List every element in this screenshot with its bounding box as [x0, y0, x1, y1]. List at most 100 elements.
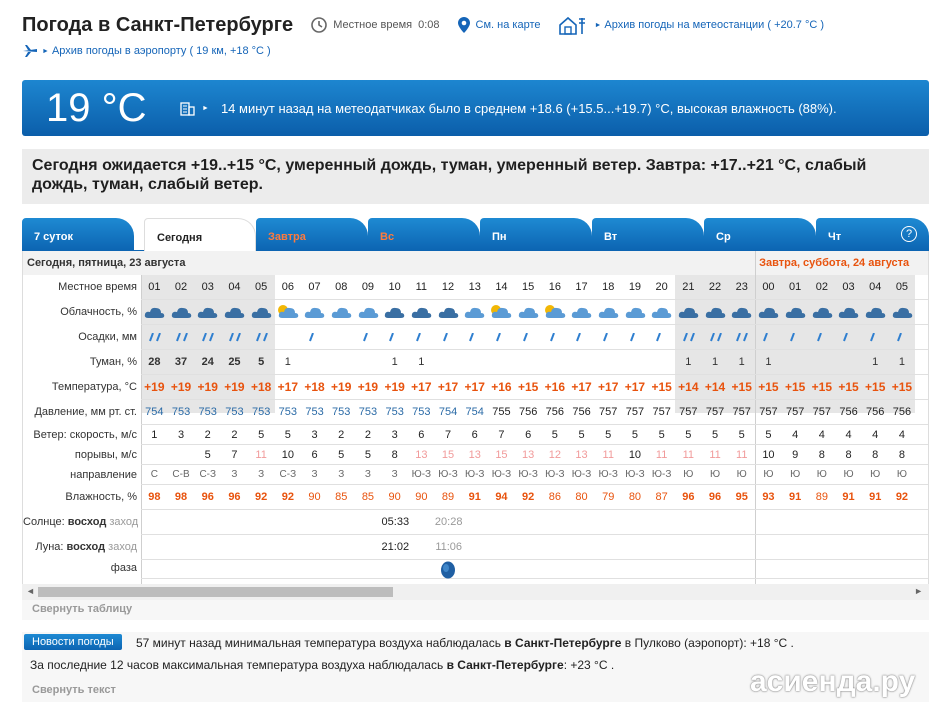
- tab-6[interactable]: Вт: [592, 218, 704, 251]
- hour-cell: 10: [388, 281, 401, 293]
- humidity-cell: 93: [762, 491, 775, 503]
- row-label-moon-phase: фаза: [110, 562, 137, 574]
- hour-cell: 18: [602, 281, 615, 293]
- rain-drop-icon: [442, 329, 448, 342]
- tab-bar: 7 суток Сегодня Завтра Вс Пн Вт Ср Чт?: [22, 214, 929, 252]
- forecast-text: Сегодня ожидается +19..+15 °C, умеренный…: [22, 149, 929, 204]
- arrow-icon: ►: [202, 104, 209, 112]
- fog-cell: 1: [898, 356, 905, 368]
- wind-direction-cell: З: [231, 469, 238, 480]
- cloud-icon: [222, 303, 246, 326]
- scroll-right-arrow-icon[interactable]: ►: [914, 586, 923, 596]
- humidity-cell: 91: [869, 491, 882, 503]
- wind-speed-cell: 2: [364, 429, 371, 441]
- station-archive-link[interactable]: Архив погоды на метеостанции ( +20.7 °C …: [604, 19, 824, 31]
- gust-cell: 11: [736, 449, 748, 461]
- pressure-cell: 753: [385, 406, 404, 418]
- rain-drop-icon: [602, 329, 608, 342]
- cloud-icon: [676, 303, 700, 326]
- help-icon[interactable]: ?: [901, 226, 917, 242]
- humidity-cell: 92: [255, 491, 268, 503]
- wind-speed-cell: 5: [711, 429, 719, 441]
- airport-archive-link[interactable]: Архив погоды в аэропорту ( 19 км, +18 °C…: [52, 45, 271, 57]
- tab-1[interactable]: 7 суток: [22, 218, 134, 251]
- cloud-icon: [729, 303, 753, 326]
- wind-direction-cell: Ю: [683, 469, 694, 480]
- wind-speed-cell: 4: [872, 429, 879, 441]
- temperature-cell: +15: [838, 380, 859, 394]
- moonrise-time: 21:02: [381, 541, 410, 553]
- pressure-cell: 756: [866, 406, 885, 418]
- gust-cell: 11: [602, 449, 614, 461]
- tab-4[interactable]: Вс: [368, 218, 480, 251]
- hour-cell: 01: [148, 281, 161, 293]
- gust-cell: 5: [338, 449, 345, 461]
- gust-cell: 5: [204, 449, 211, 461]
- horizontal-scrollbar[interactable]: ◄ ►: [22, 584, 929, 600]
- gust-cell: 12: [548, 449, 561, 461]
- gust-cell: 8: [818, 449, 825, 461]
- cloud-icon: [436, 303, 460, 326]
- temperature-cell: +14: [704, 380, 726, 394]
- cloud-icon: [249, 303, 273, 326]
- wind-direction-cell: З: [338, 469, 345, 480]
- gust-cell: 8: [872, 449, 879, 461]
- page-header: Погода в Санкт-Петербурге Местное время …: [22, 12, 824, 38]
- temperature-cell: +15: [865, 380, 886, 394]
- humidity-cell: 96: [228, 491, 241, 503]
- wind-direction-cell: Ю-З: [598, 469, 618, 480]
- pressure-cell: 756: [545, 406, 565, 418]
- tab-5[interactable]: Пн: [480, 218, 592, 251]
- map-link-wrap[interactable]: См. на карте: [457, 17, 541, 33]
- collapse-text-link[interactable]: Свернуть текст: [32, 684, 116, 696]
- map-link[interactable]: См. на карте: [476, 19, 541, 31]
- station-archive[interactable]: ► Архив погоды на метеостанции ( +20.7 °…: [558, 15, 824, 35]
- news-line-1-text: 57 минут назад минимальная температура в…: [136, 636, 501, 650]
- rain-drop-icon: [789, 329, 795, 342]
- hour-cell: 23: [735, 281, 748, 293]
- tab-2[interactable]: Сегодня: [144, 218, 256, 252]
- hour-cell: 00: [762, 281, 775, 293]
- wind-speed-cell: 4: [792, 429, 799, 441]
- cloud-icon: [329, 303, 353, 326]
- pressure-cell: 757: [732, 406, 751, 418]
- scrollbar-thumb[interactable]: [38, 587, 393, 597]
- temperature-cell: +17: [437, 380, 459, 394]
- wind-direction-cell: Ю-З: [545, 469, 565, 480]
- fog-cell: 1: [872, 356, 879, 368]
- wind-speed-cell: 4: [898, 429, 905, 441]
- tab-3[interactable]: Завтра: [256, 218, 368, 251]
- rain-drop-icon: [716, 329, 722, 342]
- sunset-label: заход: [109, 516, 139, 528]
- row-label-sun: Солнце: восход заход: [23, 510, 141, 535]
- wind-speed-cell: 5: [284, 429, 291, 441]
- rain-drop-icon: [522, 329, 528, 342]
- pressure-cell: 753: [251, 406, 271, 418]
- wind-direction-cell: З: [311, 469, 318, 480]
- humidity-cell: 89: [815, 491, 828, 503]
- row-label-direction: направление: [70, 469, 137, 481]
- temperature-cell: +17: [464, 380, 485, 394]
- gust-cell: 13: [575, 449, 588, 461]
- rain-drop-icon: [690, 329, 695, 342]
- humidity-cell: 98: [148, 491, 161, 503]
- rain-drop-icon: [309, 329, 315, 342]
- cloud-icon: [409, 303, 433, 326]
- hour-cell: 12: [441, 281, 455, 293]
- temperature-cell: +19: [331, 380, 352, 394]
- tab-7[interactable]: Ср: [704, 218, 816, 251]
- temperature-cell: +19: [357, 380, 379, 394]
- wind-direction-cell: Ю: [763, 469, 774, 480]
- airport-archive[interactable]: ► Архив погоды в аэропорту ( 19 км, +18 …: [22, 44, 271, 58]
- temperature-cell: +16: [544, 380, 566, 394]
- humidity-cell: 80: [575, 491, 588, 503]
- cloud-icon: [890, 303, 914, 326]
- hour-cell: 03: [201, 281, 214, 293]
- news-line-1: 57 минут назад минимальная температура в…: [136, 636, 794, 650]
- collapse-table-link[interactable]: Свернуть таблицу: [32, 603, 132, 615]
- wind-direction-cell: Ю-З: [438, 469, 458, 480]
- scroll-left-arrow-icon[interactable]: ◄: [26, 586, 35, 596]
- pressure-cell: 755: [492, 406, 511, 418]
- rain-drop-icon: [743, 329, 749, 342]
- row-divider: [141, 578, 928, 579]
